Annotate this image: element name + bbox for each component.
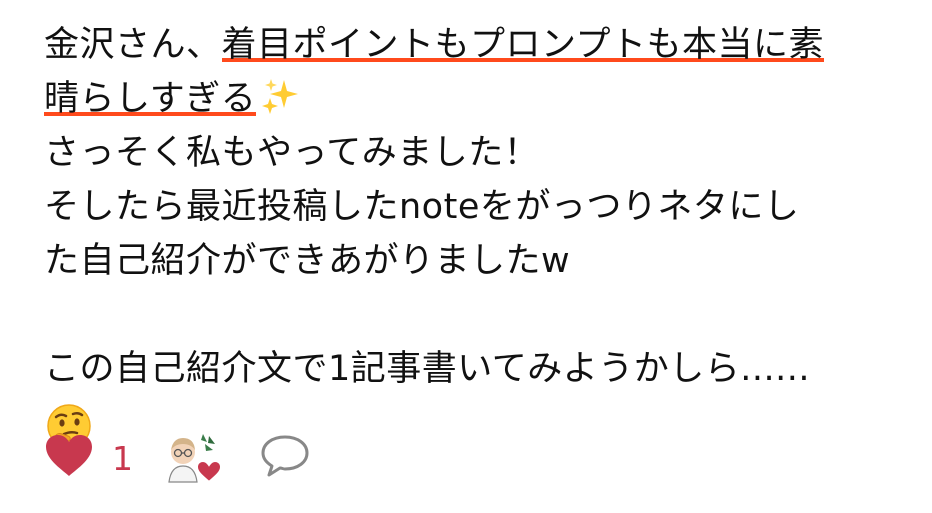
liker-avatar[interactable] — [163, 430, 225, 486]
comment-line-3: さっそく私もやってみました！ — [44, 133, 540, 173]
like-count: 1 — [112, 438, 133, 478]
heart-icon — [44, 434, 94, 482]
comment-actions: 1 — [44, 430, 311, 486]
comment-body: 金沢さん、着目ポイントもプロンプトも本当に素 晴らしすぎる さっそく私もやってみ… — [44, 18, 924, 452]
sparkles-icon — [260, 76, 300, 116]
comment-greeting: 金沢さん、 — [44, 25, 222, 65]
comment-line-1: 金沢さん、着目ポイントもプロンプトも本当に素 — [44, 18, 924, 72]
speech-bubble-icon — [259, 433, 311, 483]
comment-line-6: この自己紹介文で1記事書いてみようかしら...... — [44, 349, 810, 389]
comment-line-4: そしたら最近投稿したnoteをがっつりネタにし — [44, 187, 800, 227]
comment-line-2: 晴らしすぎる — [44, 72, 924, 126]
comment-button[interactable] — [259, 433, 311, 483]
highlighted-text: 着目ポイントもプロンプトも本当に素 — [221, 25, 824, 65]
highlighted-text: 晴らしすぎる — [44, 79, 257, 119]
like-button[interactable]: 1 — [44, 434, 133, 482]
comment-line-5: た自己紹介ができあがりましたw — [44, 241, 571, 281]
